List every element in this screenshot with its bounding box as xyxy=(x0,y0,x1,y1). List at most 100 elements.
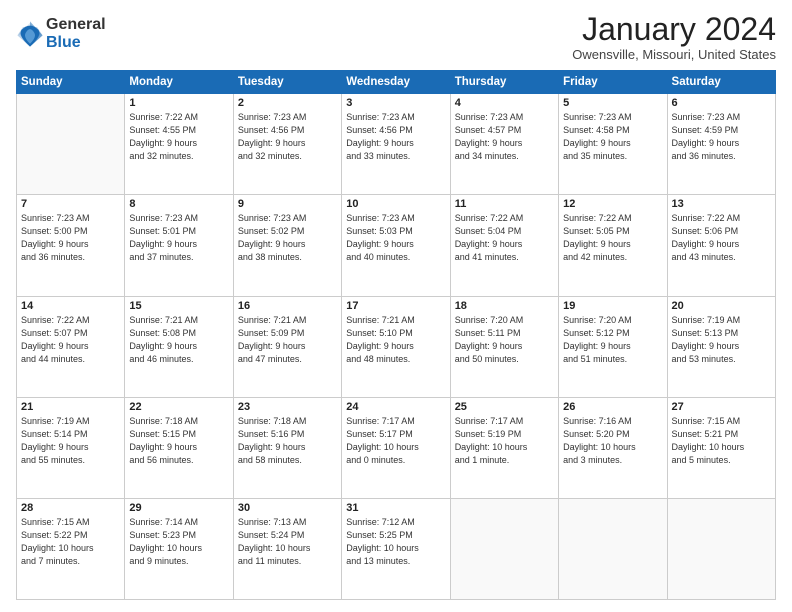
day-info: Sunrise: 7:18 AM Sunset: 5:16 PM Dayligh… xyxy=(238,415,337,467)
day-info: Sunrise: 7:21 AM Sunset: 5:10 PM Dayligh… xyxy=(346,314,445,366)
calendar-cell: 22 Sunrise: 7:18 AM Sunset: 5:15 PM Dayli… xyxy=(125,397,233,498)
day-info: Sunrise: 7:23 AM Sunset: 5:03 PM Dayligh… xyxy=(346,212,445,264)
day-number: 27 xyxy=(672,401,771,413)
calendar-cell: 11Sunrise: 7:22 AM Sunset: 5:04 PM Dayli… xyxy=(450,195,558,296)
day-info: Sunrise: 7:20 AM Sunset: 5:12 PM Dayligh… xyxy=(563,314,662,366)
calendar-cell: 4 Sunrise: 7:23 AM Sunset: 4:57 PM Daylig… xyxy=(450,94,558,195)
day-number: 30 xyxy=(238,502,337,514)
calendar-cell: 18 Sunrise: 7:20 AM Sunset: 5:11 PM Dayli… xyxy=(450,296,558,397)
day-info: Sunrise: 7:22 AM Sunset: 5:06 PM Dayligh… xyxy=(672,212,771,264)
day-number: 8 xyxy=(129,198,228,210)
day-number: 16 xyxy=(238,300,337,312)
day-info: Sunrise: 7:16 AM Sunset: 5:20 PM Dayligh… xyxy=(563,415,662,467)
day-number: 2 xyxy=(238,97,337,109)
calendar-cell: 10 Sunrise: 7:23 AM Sunset: 5:03 PM Dayli… xyxy=(342,195,450,296)
header: General Blue January 2024 Owensville, Mi… xyxy=(16,12,776,62)
calendar-cell: 3 Sunrise: 7:23 AM Sunset: 4:56 PM Daylig… xyxy=(342,94,450,195)
page: General Blue January 2024 Owensville, Mi… xyxy=(0,0,792,612)
day-number: 31 xyxy=(346,502,445,514)
day-number: 20 xyxy=(672,300,771,312)
calendar-cell: 14 Sunrise: 7:22 AM Sunset: 5:07 PM Dayli… xyxy=(17,296,125,397)
day-info: Sunrise: 7:21 AM Sunset: 5:08 PM Dayligh… xyxy=(129,314,228,366)
day-info: Sunrise: 7:23 AM Sunset: 4:58 PM Dayligh… xyxy=(563,111,662,163)
day-info: Sunrise: 7:22 AM Sunset: 4:55 PM Dayligh… xyxy=(129,111,228,163)
weekday-header-wednesday: Wednesday xyxy=(342,71,450,94)
calendar-cell: 28 Sunrise: 7:15 AM Sunset: 5:22 PM Dayli… xyxy=(17,498,125,599)
day-info: Sunrise: 7:23 AM Sunset: 4:56 PM Dayligh… xyxy=(346,111,445,163)
calendar-cell xyxy=(559,498,667,599)
calendar-cell: 27 Sunrise: 7:15 AM Sunset: 5:21 PM Dayli… xyxy=(667,397,775,498)
day-number: 6 xyxy=(672,97,771,109)
day-number: 14 xyxy=(21,300,120,312)
calendar-cell: 12 Sunrise: 7:22 AM Sunset: 5:05 PM Dayli… xyxy=(559,195,667,296)
calendar-cell: 20 Sunrise: 7:19 AM Sunset: 5:13 PM Dayli… xyxy=(667,296,775,397)
weekday-header-row: SundayMondayTuesdayWednesdayThursdayFrid… xyxy=(17,71,776,94)
day-info: Sunrise: 7:14 AM Sunset: 5:23 PM Dayligh… xyxy=(129,516,228,568)
day-number: 17 xyxy=(346,300,445,312)
day-number: 24 xyxy=(346,401,445,413)
calendar-cell: 26 Sunrise: 7:16 AM Sunset: 5:20 PM Dayli… xyxy=(559,397,667,498)
day-number: 19 xyxy=(563,300,662,312)
calendar-cell: 9 Sunrise: 7:23 AM Sunset: 5:02 PM Daylig… xyxy=(233,195,341,296)
calendar-cell: 31 Sunrise: 7:12 AM Sunset: 5:25 PM Dayli… xyxy=(342,498,450,599)
day-number: 3 xyxy=(346,97,445,109)
day-info: Sunrise: 7:23 AM Sunset: 4:57 PM Dayligh… xyxy=(455,111,554,163)
day-number: 13 xyxy=(672,198,771,210)
day-number: 5 xyxy=(563,97,662,109)
day-info: Sunrise: 7:12 AM Sunset: 5:25 PM Dayligh… xyxy=(346,516,445,568)
month-title: January 2024 xyxy=(572,12,776,47)
day-number: 26 xyxy=(563,401,662,413)
calendar-cell: 1Sunrise: 7:22 AM Sunset: 4:55 PM Daylig… xyxy=(125,94,233,195)
day-info: Sunrise: 7:23 AM Sunset: 4:59 PM Dayligh… xyxy=(672,111,771,163)
calendar-cell: 25 Sunrise: 7:17 AM Sunset: 5:19 PM Dayli… xyxy=(450,397,558,498)
day-info: Sunrise: 7:20 AM Sunset: 5:11 PM Dayligh… xyxy=(455,314,554,366)
weekday-header-monday: Monday xyxy=(125,71,233,94)
calendar-cell: 29Sunrise: 7:14 AM Sunset: 5:23 PM Dayli… xyxy=(125,498,233,599)
calendar-cell: 7 Sunrise: 7:23 AM Sunset: 5:00 PM Daylig… xyxy=(17,195,125,296)
calendar-cell: 13 Sunrise: 7:22 AM Sunset: 5:06 PM Dayli… xyxy=(667,195,775,296)
calendar-cell: 21Sunrise: 7:19 AM Sunset: 5:14 PM Dayli… xyxy=(17,397,125,498)
day-info: Sunrise: 7:23 AM Sunset: 5:02 PM Dayligh… xyxy=(238,212,337,264)
day-number: 7 xyxy=(21,198,120,210)
day-number: 4 xyxy=(455,97,554,109)
day-info: Sunrise: 7:17 AM Sunset: 5:17 PM Dayligh… xyxy=(346,415,445,467)
day-number: 18 xyxy=(455,300,554,312)
day-number: 9 xyxy=(238,198,337,210)
calendar-cell: 8Sunrise: 7:23 AM Sunset: 5:01 PM Daylig… xyxy=(125,195,233,296)
calendar-cell: 19 Sunrise: 7:20 AM Sunset: 5:12 PM Dayli… xyxy=(559,296,667,397)
weekday-header-tuesday: Tuesday xyxy=(233,71,341,94)
calendar-cell: 6 Sunrise: 7:23 AM Sunset: 4:59 PM Daylig… xyxy=(667,94,775,195)
day-info: Sunrise: 7:17 AM Sunset: 5:19 PM Dayligh… xyxy=(455,415,554,467)
week-row-0: 1Sunrise: 7:22 AM Sunset: 4:55 PM Daylig… xyxy=(17,94,776,195)
title-section: January 2024 Owensville, Missouri, Unite… xyxy=(572,12,776,62)
calendar-cell: 2Sunrise: 7:23 AM Sunset: 4:56 PM Daylig… xyxy=(233,94,341,195)
logo-general-text: General xyxy=(46,16,106,34)
calendar-cell: 17 Sunrise: 7:21 AM Sunset: 5:10 PM Dayli… xyxy=(342,296,450,397)
day-info: Sunrise: 7:15 AM Sunset: 5:22 PM Dayligh… xyxy=(21,516,120,568)
day-number: 10 xyxy=(346,198,445,210)
day-info: Sunrise: 7:22 AM Sunset: 5:07 PM Dayligh… xyxy=(21,314,120,366)
logo-blue-text: Blue xyxy=(46,34,106,52)
calendar-cell: 23 Sunrise: 7:18 AM Sunset: 5:16 PM Dayli… xyxy=(233,397,341,498)
day-info: Sunrise: 7:23 AM Sunset: 5:00 PM Dayligh… xyxy=(21,212,120,264)
week-row-3: 21Sunrise: 7:19 AM Sunset: 5:14 PM Dayli… xyxy=(17,397,776,498)
day-number: 23 xyxy=(238,401,337,413)
day-info: Sunrise: 7:22 AM Sunset: 5:05 PM Dayligh… xyxy=(563,212,662,264)
week-row-2: 14 Sunrise: 7:22 AM Sunset: 5:07 PM Dayli… xyxy=(17,296,776,397)
calendar-cell: 30Sunrise: 7:13 AM Sunset: 5:24 PM Dayli… xyxy=(233,498,341,599)
day-info: Sunrise: 7:19 AM Sunset: 5:13 PM Dayligh… xyxy=(672,314,771,366)
day-number: 28 xyxy=(21,502,120,514)
weekday-header-thursday: Thursday xyxy=(450,71,558,94)
logo: General Blue xyxy=(16,16,106,51)
day-info: Sunrise: 7:18 AM Sunset: 5:15 PM Dayligh… xyxy=(129,415,228,467)
calendar-cell: 16Sunrise: 7:21 AM Sunset: 5:09 PM Dayli… xyxy=(233,296,341,397)
day-info: Sunrise: 7:15 AM Sunset: 5:21 PM Dayligh… xyxy=(672,415,771,467)
day-number: 25 xyxy=(455,401,554,413)
day-info: Sunrise: 7:19 AM Sunset: 5:14 PM Dayligh… xyxy=(21,415,120,467)
day-number: 12 xyxy=(563,198,662,210)
day-number: 15 xyxy=(129,300,228,312)
weekday-header-saturday: Saturday xyxy=(667,71,775,94)
logo-icon xyxy=(16,20,44,48)
day-number: 22 xyxy=(129,401,228,413)
day-number: 11 xyxy=(455,198,554,210)
